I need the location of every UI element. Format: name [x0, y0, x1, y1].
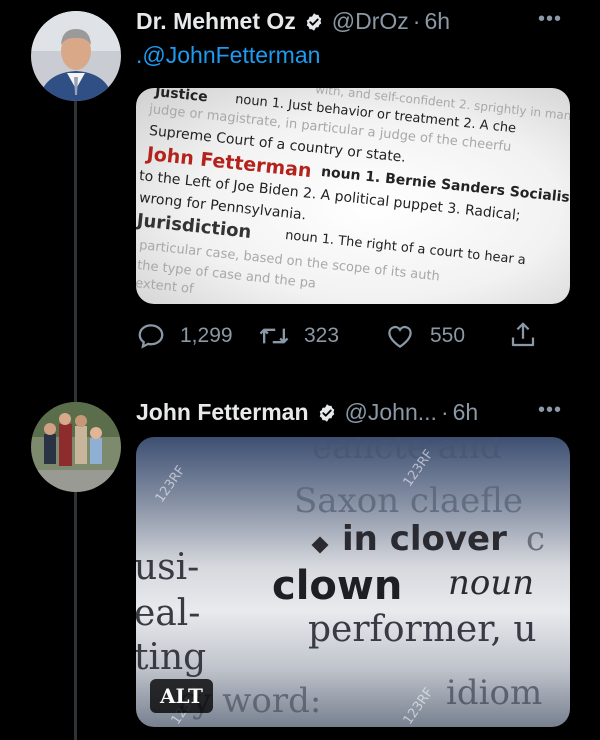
retweet-icon	[259, 328, 289, 344]
retweet-button[interactable]: 323	[258, 321, 339, 351]
tweet-time[interactable]: 6h	[424, 8, 450, 35]
watermark: 123RF	[400, 685, 437, 727]
author-handle[interactable]: @DrOz	[332, 8, 409, 35]
like-icon	[388, 325, 412, 348]
dict-line: performer, u	[308, 609, 537, 650]
bullet-marker	[311, 536, 329, 554]
dict-line: ting	[136, 637, 207, 678]
avatar-dr-oz[interactable]	[31, 11, 121, 101]
dict-line: eal-	[136, 593, 201, 634]
reply-count: 1,299	[180, 324, 233, 347]
author-name[interactable]: John Fetterman	[136, 399, 309, 426]
reply-button[interactable]: 1,299	[136, 321, 233, 351]
author-name[interactable]: Dr. Mehmet Oz	[136, 8, 296, 35]
separator: ·	[412, 8, 421, 34]
dictionary-page-image: with, and self-confident 2. sprightly in…	[136, 88, 570, 304]
alt-text-badge[interactable]: ALT	[150, 679, 213, 713]
like-button[interactable]: 550	[384, 321, 465, 351]
dict-line: ealicte and	[312, 437, 502, 467]
more-icon[interactable]: •••	[538, 399, 562, 422]
tweet-text-mention[interactable]: .@JohnFetterman	[136, 42, 320, 69]
tweet1-image[interactable]: with, and self-confident 2. sprightly in…	[136, 88, 570, 304]
dict-pos: noun	[448, 563, 535, 603]
author-handle[interactable]: @John...	[345, 399, 437, 426]
like-count: 550	[430, 324, 466, 347]
dict-headword-clown: clown	[272, 563, 403, 609]
dict-line: usi-	[136, 547, 200, 588]
share-icon	[511, 322, 535, 347]
dict-line: c	[526, 519, 546, 559]
reply-icon	[138, 324, 164, 349]
dict-line: idiom	[446, 673, 543, 713]
tweet2-header: John Fetterman @John... · 6h	[136, 399, 478, 426]
dict-line: extent of	[136, 276, 195, 298]
tweet1-header: Dr. Mehmet Oz @DrOz · 6h	[136, 8, 450, 35]
verified-badge-icon	[319, 403, 334, 422]
avatar-john-fetterman[interactable]	[31, 402, 121, 492]
retweet-count: 323	[304, 324, 340, 347]
separator: ·	[440, 399, 449, 425]
dictionary-clown-image: ealicte and Saxon claefle in clover c cl…	[136, 437, 570, 727]
watermark: 123RF	[152, 463, 189, 506]
tweet-time[interactable]: 6h	[453, 399, 479, 426]
more-icon[interactable]: •••	[538, 8, 562, 31]
dict-in-clover: in clover	[342, 519, 507, 559]
tweet2-image[interactable]: ealicte and Saxon claefle in clover c cl…	[136, 437, 570, 727]
verified-badge-icon	[306, 12, 322, 31]
share-button[interactable]	[508, 319, 552, 351]
